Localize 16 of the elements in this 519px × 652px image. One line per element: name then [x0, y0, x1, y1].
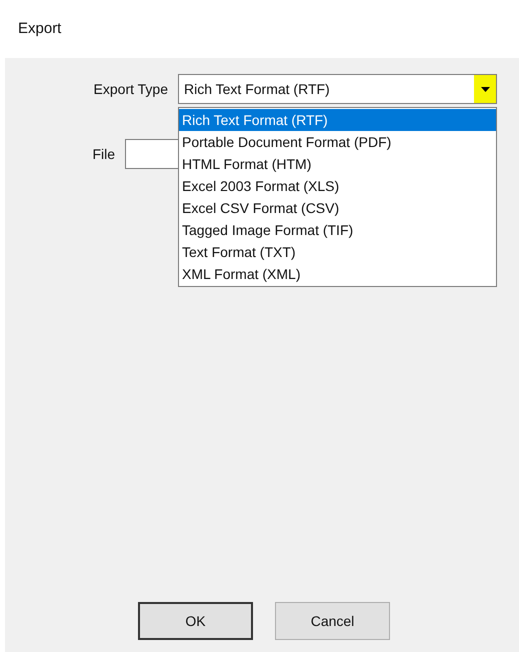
dropdown-option[interactable]: Rich Text Format (RTF)	[179, 109, 496, 131]
dropdown-option[interactable]: Excel 2003 Format (XLS)	[179, 175, 496, 197]
dropdown-option[interactable]: Portable Document Format (PDF)	[179, 131, 496, 153]
dropdown-option[interactable]: XML Format (XML)	[179, 263, 496, 285]
dropdown-button[interactable]	[474, 75, 496, 103]
export-type-dropdown[interactable]: Rich Text Format (RTF)	[178, 74, 497, 104]
cancel-button[interactable]: Cancel	[275, 602, 390, 640]
window-title: Export	[18, 18, 62, 39]
field-label: File	[91, 144, 116, 164]
dropdown-option[interactable]: Excel CSV Format (CSV)	[179, 197, 496, 219]
ok-button[interactable]: OK	[138, 602, 253, 640]
field-label: Export Type	[92, 80, 169, 99]
dropdown-option[interactable]: Tagged Image Format (TIF)	[179, 219, 496, 241]
dropdown-option[interactable]: HTML Format (HTM)	[179, 153, 496, 175]
caret-icon	[480, 86, 490, 92]
dropdown-option[interactable]: Text Format (TXT)	[179, 241, 496, 263]
